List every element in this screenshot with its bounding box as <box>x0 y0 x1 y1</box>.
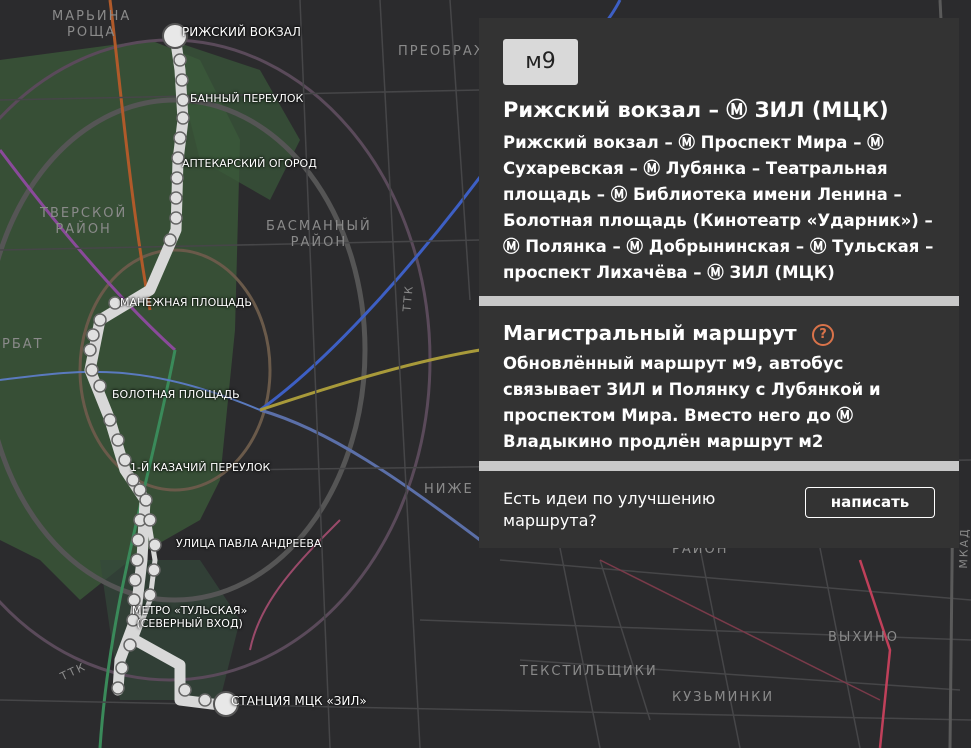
route-stop-dot[interactable] <box>163 233 177 247</box>
district-label: ТТК <box>400 283 416 313</box>
route-stop-dot[interactable] <box>111 681 125 695</box>
main-route-description: Обновлённый маршрут м9, автобус связывае… <box>503 354 881 451</box>
district-label: ТЕКСТИЛЬЩИКИ <box>520 664 658 679</box>
route-stop-dot[interactable] <box>93 313 107 327</box>
transit-line <box>259 348 481 412</box>
route-stop-dot[interactable] <box>148 538 162 552</box>
district-label: ТВЕРСКОЙ РАЙОН <box>40 206 128 237</box>
stop-label[interactable]: УЛИЦА ПАВЛА АНДРЕЕВА <box>176 537 321 550</box>
route-title: Рижский вокзал – Ⓜ ЗИЛ (МЦК) <box>503 98 889 122</box>
route-stop-dot[interactable] <box>176 93 190 107</box>
route-stop-dot[interactable] <box>103 413 117 427</box>
route-stop-dot[interactable] <box>143 513 157 527</box>
feedback-prompt: Есть идеи по улучшению маршрута? <box>503 489 716 530</box>
stop-label[interactable]: БОЛОТНАЯ ПЛОЩАДЬ <box>112 388 240 401</box>
highway <box>858 559 892 748</box>
route-stop-dot[interactable] <box>139 493 153 507</box>
write-button[interactable]: написать <box>805 487 935 518</box>
route-stop-dot[interactable] <box>130 553 144 567</box>
route-number-badge: м9 <box>503 39 578 85</box>
district-label: МАРЬИНА РОЩА <box>52 9 132 40</box>
route-stop-dot[interactable] <box>93 379 107 393</box>
stop-label[interactable]: АПТЕКАРСКИЙ ОГОРОД <box>182 157 317 170</box>
divider <box>479 296 959 306</box>
route-stop-dot[interactable] <box>170 171 184 185</box>
route-stop-dot[interactable] <box>131 533 145 547</box>
route-stop-dot[interactable] <box>86 328 100 342</box>
stop-label-zil[interactable]: СТАНЦИЯ МЦК «ЗИЛ» <box>231 695 367 708</box>
route-stops-list: Рижский вокзал – Ⓜ Проспект Мира – Ⓜ Сух… <box>503 133 934 282</box>
main-route-title: Магистральный маршрут <box>503 321 797 345</box>
route-stop-dot[interactable] <box>85 363 99 377</box>
route-stop-dot[interactable] <box>169 191 183 205</box>
transit-line <box>259 408 481 542</box>
stop-label[interactable]: БАННЫЙ ПЕРЕУЛОК <box>190 92 303 105</box>
route-stop-dot[interactable] <box>175 73 189 87</box>
district-label: БАСМАННЫЙ РАЙОН <box>266 219 372 250</box>
district-label: КУЗЬМИНКИ <box>672 690 775 705</box>
divider <box>479 461 959 471</box>
stop-label[interactable]: МАНЕЖНАЯ ПЛОЩАДЬ <box>120 296 252 309</box>
route-stop-dot[interactable] <box>123 638 137 652</box>
route-stop-dot[interactable] <box>176 111 190 125</box>
question-circle-icon[interactable]: ? <box>812 324 834 346</box>
route-stop-dot[interactable] <box>83 343 97 357</box>
stop-label[interactable]: 1-Й КАЗАЧИЙ ПЕРЕУЛОК <box>130 461 270 474</box>
stop-label[interactable]: МЕТРО «ТУЛЬСКАЯ» (СЕВЕРНЫЙ ВХОД) <box>132 604 247 630</box>
route-stop-dot[interactable] <box>111 433 125 447</box>
district-label: ПРЕОБРАЖ <box>398 44 490 59</box>
district-label: НИЖЕ <box>424 482 474 497</box>
route-info-panel: м9 Рижский вокзал – Ⓜ ЗИЛ (МЦК) Рижский … <box>479 18 959 548</box>
route-stop-dot[interactable] <box>173 53 187 67</box>
stop-label-rizhsky[interactable]: РИЖСКИЙ ВОКЗАЛ <box>182 26 301 39</box>
route-stop-dot[interactable] <box>143 588 157 602</box>
route-stop-dot[interactable] <box>115 661 129 675</box>
route-stop-dot[interactable] <box>173 131 187 145</box>
route-stop-dot[interactable] <box>128 573 142 587</box>
district-label: ВЫХИНО <box>828 630 900 645</box>
route-stop-dot[interactable] <box>198 693 212 707</box>
route-stop-dot[interactable] <box>169 211 183 225</box>
district-label: РБАТ <box>2 337 44 352</box>
route-stop-dot[interactable] <box>178 683 192 697</box>
route-stop-dot[interactable] <box>147 563 161 577</box>
